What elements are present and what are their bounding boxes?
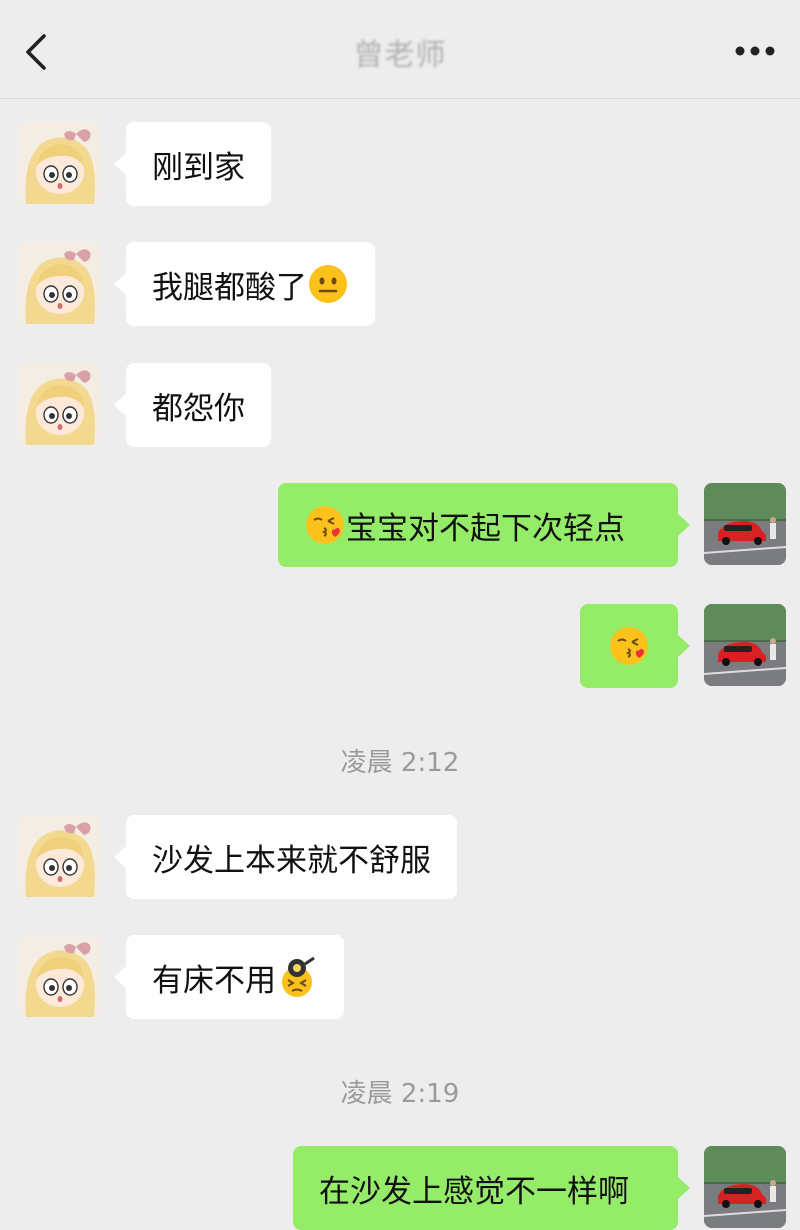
- kissing-face-emoji-icon: [608, 625, 650, 667]
- message-text: 沙发上本来就不舒服: [152, 842, 431, 879]
- incoming-bubble[interactable]: 有床不用: [114, 935, 344, 1019]
- outgoing-bubble[interactable]: 在沙发上感觉不一样啊: [293, 1146, 690, 1230]
- message-text: 刚到家: [152, 149, 245, 186]
- message-text: 在沙发上感觉不一样啊: [319, 1173, 629, 1210]
- contact-avatar[interactable]: [18, 935, 100, 1017]
- incoming-bubble[interactable]: 沙发上本来就不舒服: [114, 815, 457, 899]
- self-avatar[interactable]: [704, 1146, 786, 1228]
- contact-avatar[interactable]: [18, 242, 100, 324]
- self-avatar[interactable]: [704, 604, 786, 686]
- neutral-face-emoji-icon: [307, 263, 349, 305]
- message-text: 我腿都酸了: [152, 269, 307, 306]
- frustrated-pan-emoji-icon: [276, 956, 318, 998]
- incoming-bubble[interactable]: 都怨你: [114, 363, 271, 447]
- time-divider: 凌晨 2:12: [340, 748, 460, 778]
- chat-title: 曾老师: [353, 38, 447, 73]
- contact-avatar[interactable]: [18, 122, 100, 204]
- contact-avatar[interactable]: [18, 815, 100, 897]
- chat-header: 曾老师: [0, 0, 800, 99]
- more-button[interactable]: [732, 34, 778, 68]
- more-dots-icon: [735, 46, 775, 56]
- time-divider: 凌晨 2:19: [340, 1079, 460, 1109]
- incoming-bubble[interactable]: 刚到家: [114, 122, 271, 206]
- kissing-face-emoji-icon: [304, 504, 346, 546]
- incoming-bubble[interactable]: 我腿都酸了: [114, 242, 375, 326]
- message-text: 有床不用: [152, 962, 276, 999]
- outgoing-bubble[interactable]: 宝宝对不起下次轻点: [278, 483, 690, 567]
- outgoing-bubble[interactable]: [580, 604, 690, 688]
- message-text: 都怨你: [152, 390, 245, 427]
- self-avatar[interactable]: [704, 483, 786, 565]
- message-text: 宝宝对不起下次轻点: [346, 510, 625, 547]
- contact-avatar[interactable]: [18, 363, 100, 445]
